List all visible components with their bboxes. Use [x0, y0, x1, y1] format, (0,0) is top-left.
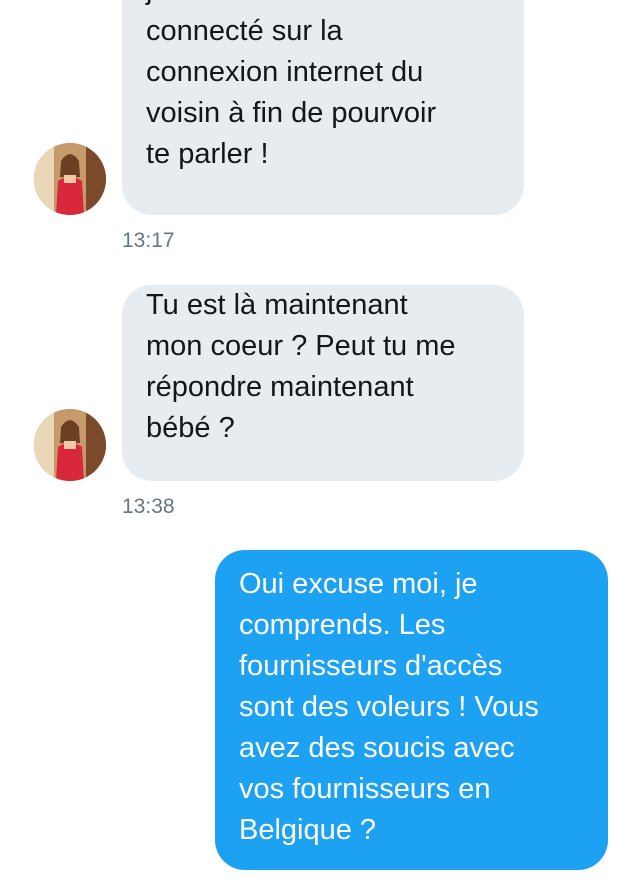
conversation-thread: je suie maintenant connecté sur la conne… — [0, 0, 640, 882]
incoming-message-bubble[interactable]: je suie maintenant connecté sur la conne… — [122, 0, 524, 215]
message-timestamp: 13:17 — [122, 229, 175, 252]
profile-photo-icon — [34, 143, 106, 215]
incoming-message-bubble[interactable]: Tu est là maintenant mon coeur ? Peut tu… — [122, 285, 524, 481]
profile-photo-icon — [34, 409, 106, 481]
sender-avatar[interactable] — [34, 143, 106, 215]
message-timestamp: 13:38 — [122, 495, 175, 518]
outgoing-message-bubble[interactable]: Oui excuse moi, je comprends. Les fourni… — [215, 550, 608, 870]
sender-avatar[interactable] — [34, 409, 106, 481]
